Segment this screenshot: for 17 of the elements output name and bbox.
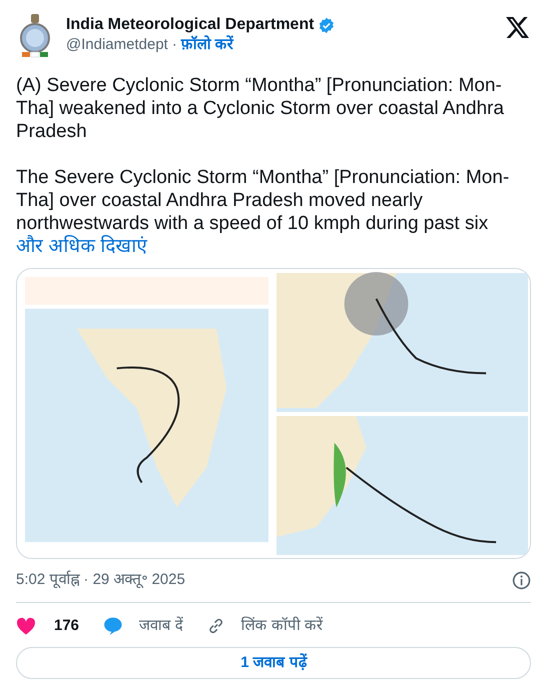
follow-link[interactable]: फ़ॉलो करें [180, 35, 234, 55]
copy-button[interactable]: लिंक कॉपी करें [207, 614, 323, 637]
timestamp[interactable]: 5:02 पूर्वाह्न · 29 अक्तू॰ 2025 [16, 569, 186, 592]
speech-bubble-icon [103, 616, 124, 636]
reply-button[interactable]: जवाब दें [103, 614, 184, 637]
read-replies-button[interactable]: 1 जवाब पढ़ें [16, 647, 531, 679]
like-button[interactable]: 176 [16, 614, 80, 637]
tweet-text: The Severe Cyclonic Storm “Montha” [Pronunciation: Mon-Tha] over coastal Andhra Pradesh moved nearly northwestwards with a speed of 10 kmph during past six और अधिक दिखाएं [16, 166, 510, 258]
link-icon [207, 616, 226, 635]
author-handle[interactable]: @Indiametdept [66, 35, 168, 55]
author-name[interactable]: India Meteorological Department [66, 15, 314, 35]
separator-dot: · [172, 35, 177, 55]
info-icon[interactable] [512, 570, 531, 590]
x-logo-icon[interactable] [506, 17, 529, 38]
heart-icon [16, 616, 36, 635]
tweet-text: (A) Severe Cyclonic Storm “Montha” [Pronunciation: Mon-Tha] weakened into a Cyclonic Storm over coastal Andhra Pradesh [16, 74, 505, 143]
show-more-link[interactable]: और अधिक दिखाएं [16, 236, 148, 257]
